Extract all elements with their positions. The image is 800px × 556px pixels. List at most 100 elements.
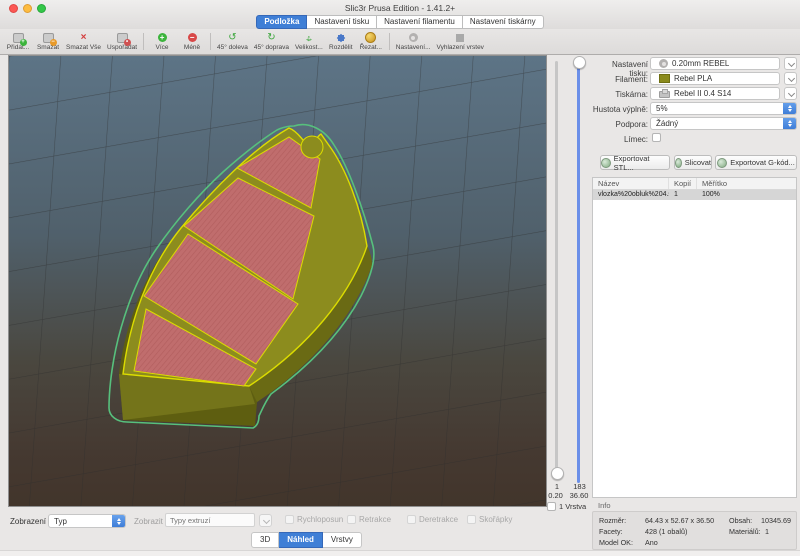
infill-select[interactable]: 5%	[650, 102, 797, 115]
rotate-right-icon: ↻	[267, 32, 275, 43]
title-bar: Slic3r Prusa Edition - 1.41.2+ Podložka …	[0, 0, 800, 29]
facets-value: 428 (1 obalů)	[645, 527, 687, 536]
delete-all-button[interactable]: × Smazat Vše	[66, 32, 101, 51]
mode-layers-button[interactable]: Vrstvy	[323, 532, 362, 548]
print-settings-combo[interactable]: 0.20mm REBEL	[650, 57, 780, 70]
mode-3d-button[interactable]: 3D	[251, 532, 279, 548]
delete-object-button[interactable]: − Smazat	[36, 32, 60, 51]
layer-min-value: 1	[546, 482, 568, 491]
tab-print-settings[interactable]: Nastavení tisku	[307, 15, 377, 29]
tab-printer-settings[interactable]: Nastavení tiskárny	[463, 15, 544, 29]
unretractions-label: Deretrakce	[419, 515, 458, 524]
model-corner-notch	[301, 136, 323, 158]
model-ok-value: Ano	[645, 538, 658, 547]
shells-checkbox[interactable]	[467, 515, 476, 524]
slice-button[interactable]: Slicovat	[674, 155, 712, 170]
print-settings-icon	[659, 59, 668, 68]
unretractions-checkbox[interactable]	[407, 515, 416, 524]
materials-label: Materiálů:	[729, 527, 761, 536]
info-panel-title: Info	[598, 501, 611, 510]
size-label: Rozměr:	[599, 516, 626, 525]
model-ok-label: Model OK:	[599, 538, 633, 547]
filament-dropdown-button[interactable]	[784, 72, 797, 85]
main-tab-bar: Podložka Nastavení tisku Nastavení filam…	[0, 15, 800, 29]
travel-checkbox-row: Rychloposun	[285, 515, 343, 524]
tab-filament-settings[interactable]: Nastavení filamentu	[377, 15, 463, 29]
preview-3d-viewport[interactable]	[8, 55, 547, 507]
show-label: Zobrazit	[134, 517, 163, 526]
delete-all-icon: ×	[81, 32, 87, 43]
object-copies-cell: 1	[669, 190, 697, 200]
support-select[interactable]: Žádný	[650, 117, 797, 130]
slice-icon	[675, 158, 682, 168]
layer-slider-lower-thumb[interactable]	[551, 467, 564, 480]
size-value: 64.43 x 52.67 x 36.50	[645, 516, 714, 525]
settings-gear-icon	[409, 32, 418, 43]
export-gcode-icon	[717, 158, 727, 168]
fewer-copies-button[interactable]: − Méně	[180, 32, 204, 51]
toolbar-separator	[210, 33, 211, 50]
object-table-header: Název Kopií Měřítko	[593, 178, 796, 190]
layer-slider-lower-track[interactable]	[555, 61, 558, 471]
column-copies: Kopií	[669, 178, 697, 189]
volume-value: 10345.69	[761, 516, 791, 525]
printer-label: Tiskárna:	[592, 90, 648, 99]
export-stl-button[interactable]: Exportovat STL...	[600, 155, 670, 170]
add-object-button[interactable]: + Přidat...	[6, 32, 30, 51]
object-scale-cell: 100%	[697, 190, 796, 200]
scale-icon: ↔↕	[303, 32, 314, 43]
toolbar-separator	[143, 33, 144, 50]
fewer-copies-icon: −	[188, 32, 197, 43]
view-type-select[interactable]: Typ	[48, 514, 126, 528]
printer-combo[interactable]: Rebel II 0.4 S14	[650, 87, 780, 100]
unretractions-checkbox-row: Deretrakce	[407, 515, 458, 524]
export-stl-icon	[601, 158, 611, 168]
printer-dropdown-button[interactable]	[784, 87, 797, 100]
cut-button[interactable]: Řezat...	[359, 32, 383, 51]
window-bottom-edge	[0, 550, 800, 556]
export-gcode-button[interactable]: Exportovat G-kód...	[715, 155, 797, 170]
split-button[interactable]: Rozdělit	[329, 32, 353, 51]
view-type-stepper	[112, 515, 125, 528]
rotate-left-button[interactable]: ↺ 45° doleva	[217, 32, 248, 51]
more-copies-button[interactable]: + Více	[150, 32, 174, 51]
support-label: Podpora:	[592, 120, 648, 129]
settings-button[interactable]: Nastavení...	[396, 32, 431, 51]
tab-plater[interactable]: Podložka	[256, 15, 307, 29]
layer-smoothing-icon	[456, 32, 464, 43]
materials-value: 1	[765, 527, 769, 536]
printer-icon	[659, 91, 670, 98]
brim-checkbox[interactable]	[652, 133, 661, 142]
rotate-left-icon: ↺	[228, 32, 236, 43]
layer-max-value: 183	[567, 482, 592, 491]
retractions-label: Retrakce	[359, 515, 391, 524]
view-label: Zobrazení	[10, 517, 46, 526]
retractions-checkbox[interactable]	[347, 515, 356, 524]
layer-smoothing-button[interactable]: Vyhlazení vrstev	[436, 32, 483, 51]
more-copies-icon: +	[158, 32, 167, 43]
object-table-row[interactable]: vlozka%20obluk%204.stl 1 100%	[593, 190, 796, 200]
filament-combo[interactable]: Rebel PLA	[650, 72, 780, 85]
extrusion-types-dropdown-button[interactable]	[259, 514, 272, 527]
layer-slider-panel: 1 183 0.20 36.60 1 Vrstva	[546, 55, 592, 505]
layer-slider-upper-thumb[interactable]	[573, 56, 586, 69]
column-scale: Měřítko	[697, 178, 796, 189]
view-mode-switcher: 3D Náhled Vrstvy	[251, 532, 362, 548]
mode-preview-button[interactable]: Náhled	[279, 532, 323, 548]
travel-checkbox[interactable]	[285, 515, 294, 524]
print-settings-dropdown-button[interactable]	[784, 57, 797, 70]
arrange-button[interactable]: • Uspořádat	[107, 32, 137, 51]
rotate-right-button[interactable]: ↻ 45° doprava	[254, 32, 289, 51]
infill-stepper	[783, 102, 796, 115]
extrusion-types-input[interactable]	[165, 513, 255, 527]
preview-canvas	[9, 56, 546, 506]
shells-label: Skořápky	[479, 515, 512, 524]
layer-slider-upper-track[interactable]	[577, 59, 580, 483]
brim-label: Límec:	[592, 135, 648, 144]
arrange-icon: •	[117, 32, 128, 43]
info-panel: Rozměr: 64.43 x 52.67 x 36.50 Obsah: 103…	[592, 511, 797, 550]
settings-sidebar: Nastavení tisku: 0.20mm REBEL Filament: …	[592, 55, 800, 551]
object-list-table[interactable]: Název Kopií Měřítko vlozka%20obluk%204.s…	[592, 177, 797, 498]
shells-checkbox-row: Skořápky	[467, 515, 512, 524]
scale-button[interactable]: ↔↕ Velikost...	[295, 32, 323, 51]
